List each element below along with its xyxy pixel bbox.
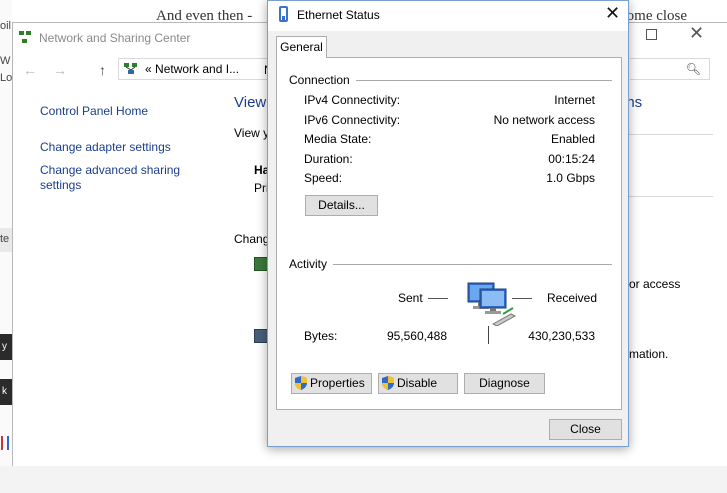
tab-general[interactable]: General	[276, 36, 327, 58]
properties-button-label: Properties	[310, 376, 365, 390]
admin-shield-icon	[382, 375, 394, 390]
breadcrumb-item[interactable]: Network and I...	[155, 62, 239, 76]
background-fragment: oil	[0, 20, 12, 32]
view-subheading-fragment: View y	[234, 126, 270, 140]
change-advanced-sharing-link[interactable]: Change advanced sharing settings	[40, 163, 200, 193]
media-state-label: Media State:	[304, 132, 372, 146]
general-tab-panel: Connection IPv4 Connectivity: Internet I…	[276, 57, 622, 410]
duration-label: Duration:	[304, 152, 353, 166]
dialog-titlebar[interactable]: Ethernet Status ✕	[268, 1, 628, 31]
bytes-received-value: 430,230,533	[528, 329, 595, 343]
close-window-button[interactable]: ✕	[689, 23, 704, 44]
breadcrumb: « Network and I...	[145, 62, 239, 76]
network-folder-icon	[124, 63, 137, 74]
breadcrumb-chevron: «	[145, 62, 152, 76]
activity-group-label: Activity	[289, 257, 334, 271]
search-box[interactable]: 🔍︎	[630, 58, 710, 80]
diagnose-button[interactable]: Diagnose	[464, 373, 545, 394]
network-computers-icon	[467, 282, 517, 326]
sent-label: Sent	[398, 291, 423, 305]
admin-shield-icon	[295, 375, 307, 390]
view-heading-fragment: View	[234, 94, 267, 111]
duration-value: 00:15:24	[548, 152, 595, 166]
control-panel-home-link[interactable]: Control Panel Home	[40, 104, 148, 119]
bytes-label: Bytes:	[304, 329, 338, 343]
change-heading-fragment: Chang	[234, 232, 270, 246]
sent-dash	[428, 298, 448, 299]
change-adapter-settings-link[interactable]: Change adapter settings	[40, 140, 171, 155]
network-center-icon	[19, 31, 33, 44]
background-dark-bar: y t	[0, 334, 12, 360]
background-bookmark-icon	[1, 436, 9, 450]
speed-label: Speed:	[304, 171, 343, 185]
properties-button[interactable]: Properties	[291, 373, 372, 394]
activity-divider	[488, 326, 489, 344]
bytes-sent-value: 95,560,488	[386, 329, 447, 343]
background-fragment: Lo	[0, 72, 13, 84]
close-button[interactable]: Close	[549, 419, 622, 440]
ethernet-status-dialog: Ethernet Status ✕ General Connection IPv…	[267, 0, 629, 447]
ipv6-value: No network access	[493, 113, 595, 127]
media-state-value: Enabled	[550, 132, 595, 146]
activity-group-line	[297, 264, 612, 265]
back-arrow-icon[interactable]: ←	[23, 62, 37, 78]
background-fragment: te	[0, 233, 10, 245]
background-bottom-band	[0, 466, 727, 493]
ipv6-label: IPv6 Connectivity:	[304, 113, 401, 127]
disable-button-label: Disable	[397, 376, 438, 390]
address-bar[interactable]: « Network and I...	[118, 58, 278, 80]
dialog-title: Ethernet Status	[297, 8, 380, 22]
ethernet-cable-icon	[279, 6, 288, 22]
disable-button[interactable]: Disable	[378, 373, 458, 394]
close-icon[interactable]: ✕	[605, 4, 620, 22]
background-fragment: W	[0, 55, 11, 67]
received-label: Received	[547, 291, 598, 305]
ipv4-value: Internet	[554, 93, 595, 107]
search-icon: 🔍︎	[685, 62, 701, 76]
up-arrow-icon[interactable]: ↑	[99, 62, 106, 78]
details-button[interactable]: Details...	[305, 195, 378, 216]
forward-arrow-icon[interactable]: →	[53, 62, 67, 78]
speed-value: 1.0 Gbps	[546, 171, 595, 185]
ipv4-label: IPv4 Connectivity:	[304, 93, 401, 107]
connection-group-label: Connection	[289, 73, 356, 87]
maximize-button[interactable]	[646, 29, 657, 40]
window-title: Network and Sharing Center	[39, 31, 191, 45]
background-dark-bar: k R	[0, 379, 12, 405]
